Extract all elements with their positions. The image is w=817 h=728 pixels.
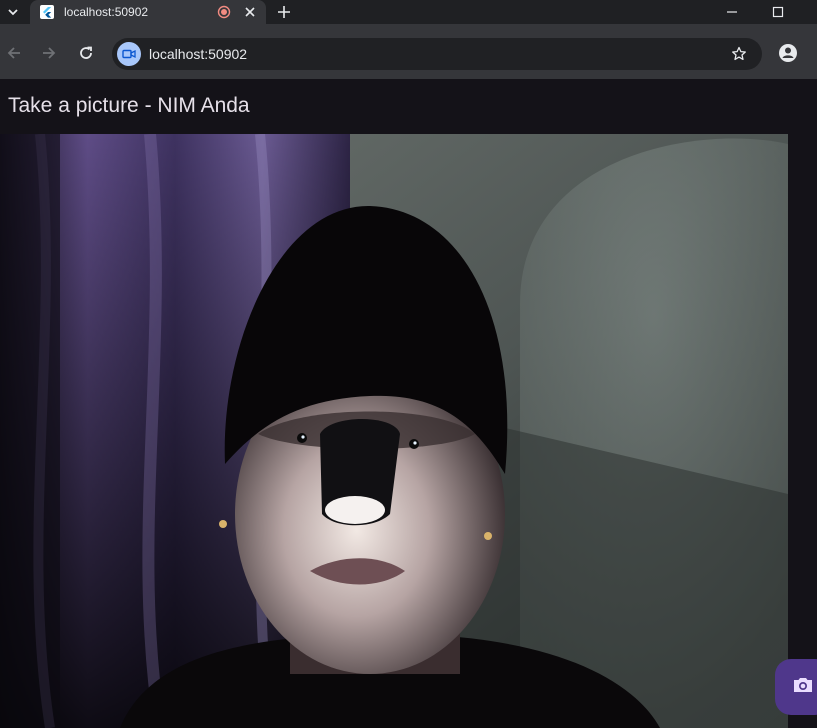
star-icon [732, 46, 746, 61]
camera-icon [794, 678, 812, 692]
minimize-button[interactable] [722, 3, 742, 21]
record-icon [217, 5, 231, 19]
app-page: Take a picture - NIM Anda [0, 79, 817, 728]
webcam-preview-image [0, 134, 788, 728]
camera-preview [0, 134, 788, 728]
maximize-button[interactable] [768, 3, 788, 21]
flutter-logo-icon [40, 5, 54, 19]
arrow-right-icon [43, 47, 56, 59]
person-icon [779, 44, 797, 62]
video-camera-icon [122, 49, 136, 59]
arrow-left-icon [7, 47, 20, 59]
page-title: Take a picture - NIM Anda [8, 94, 250, 117]
tab-title: localhost:50902 [64, 5, 149, 19]
address-bar[interactable]: localhost:50902 [112, 38, 762, 70]
profile-button[interactable] [777, 42, 799, 64]
address-text[interactable]: localhost:50902 [149, 46, 247, 62]
bookmark-button[interactable] [729, 44, 749, 64]
plus-icon [278, 6, 290, 18]
browser-tabstrip: localhost:50902 [0, 0, 817, 24]
browser-toolbar: localhost:50902 [0, 24, 817, 79]
reload-button[interactable] [75, 42, 97, 64]
take-picture-button[interactable] [775, 659, 817, 715]
back-button[interactable] [3, 42, 25, 64]
tab-close-button[interactable] [242, 4, 258, 20]
tab-search-button[interactable] [0, 0, 26, 24]
browser-tab[interactable]: localhost:50902 [30, 0, 266, 24]
new-tab-button[interactable] [275, 3, 293, 21]
maximize-icon [772, 6, 784, 18]
close-icon [245, 7, 255, 17]
site-info-button[interactable] [117, 42, 141, 66]
forward-button[interactable] [38, 42, 60, 64]
minimize-icon [727, 11, 737, 13]
reload-icon [80, 46, 92, 59]
chevron-down-icon [8, 9, 18, 16]
